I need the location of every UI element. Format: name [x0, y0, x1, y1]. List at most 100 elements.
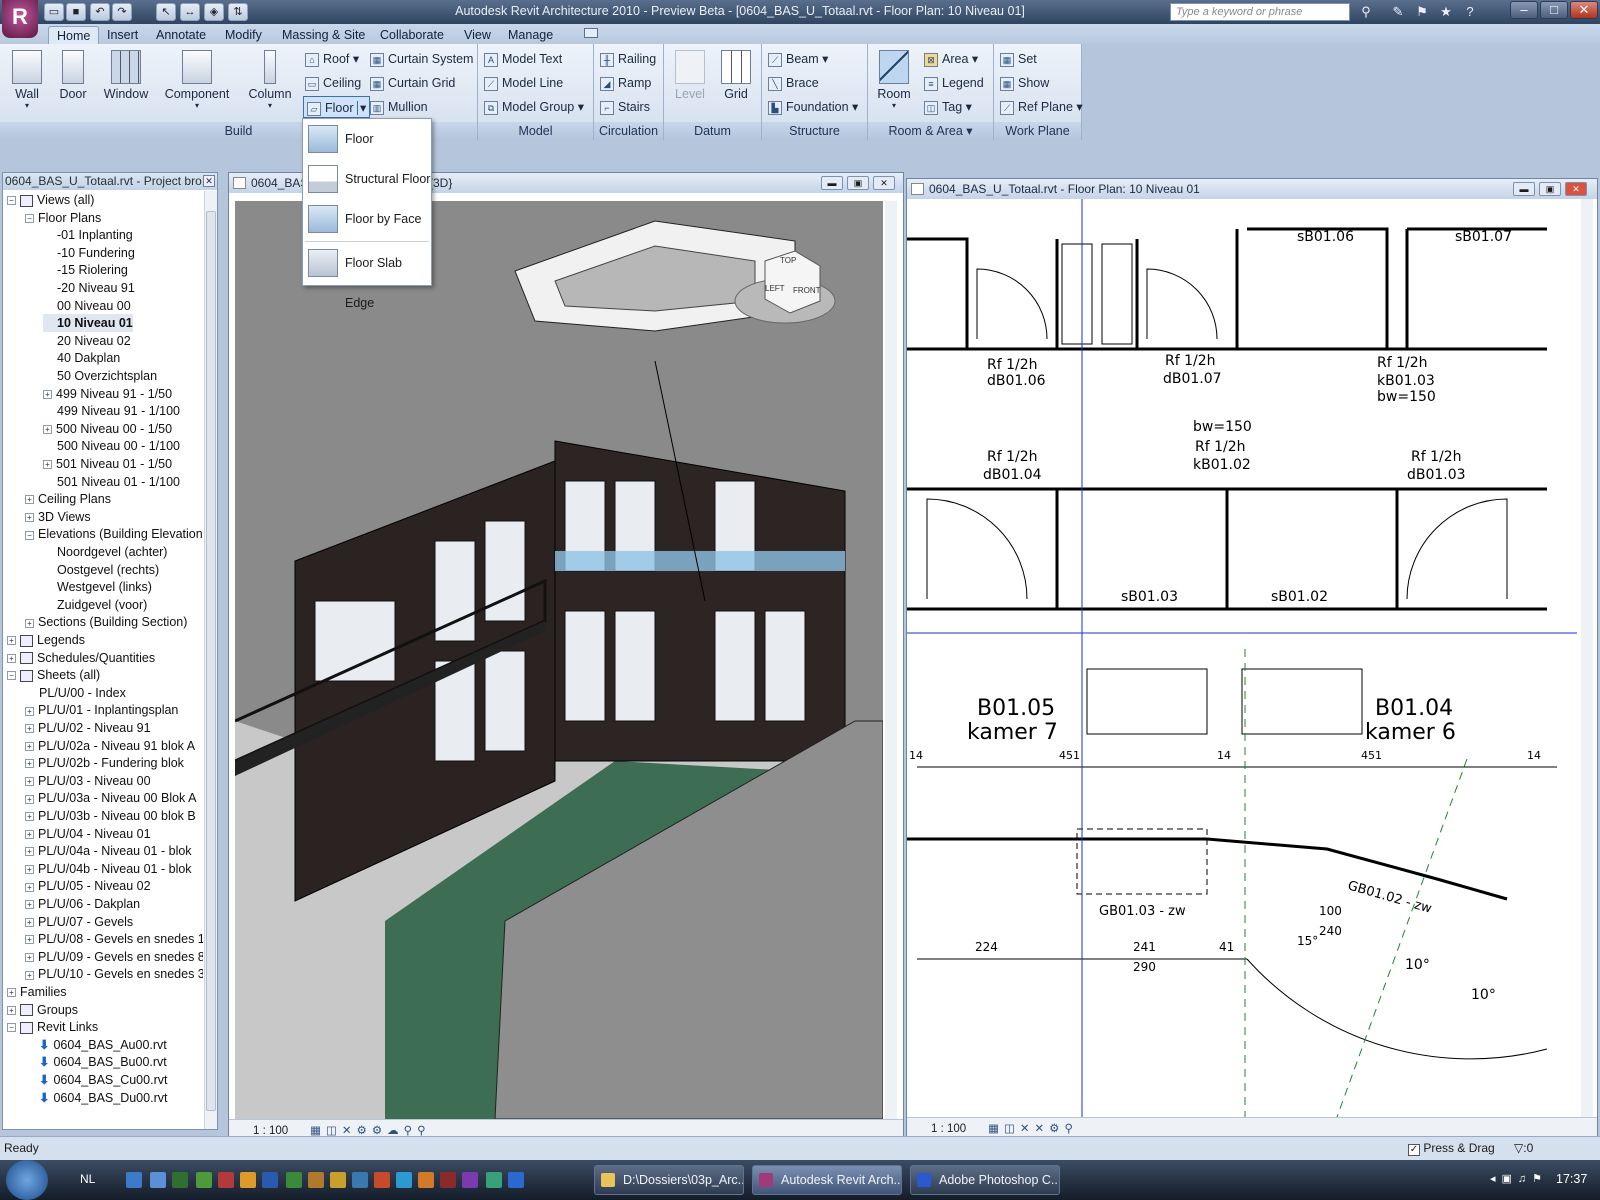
plan-label[interactable]: Rf 1/2h [987, 449, 1038, 465]
expand-icon[interactable]: + [25, 865, 34, 874]
quicklaunch-app-icon[interactable] [352, 1172, 368, 1188]
menu-item-floor-slab-edge[interactable]: Floor Slab Edge [303, 243, 431, 310]
plan-label[interactable]: GB01.03 - zw [1099, 904, 1186, 919]
railing-button[interactable]: ╫ Railing [600, 48, 656, 70]
tab-collaborate[interactable]: Collaborate [372, 26, 452, 44]
taskbar-button-explorer[interactable]: D:\Dossiers\03p_Arc... [594, 1165, 744, 1195]
plan-label[interactable]: kB01.03 [1377, 373, 1435, 389]
expand-icon[interactable]: + [25, 513, 34, 522]
undo-icon[interactable]: ↶ [90, 3, 110, 21]
expand-icon[interactable]: + [25, 935, 34, 945]
view-maximize-button[interactable]: ▣ [847, 176, 869, 190]
quicklaunch-app-icon[interactable] [374, 1172, 390, 1188]
browser-item[interactable]: ⬇ 0604_BAS_Cu00.rvt [25, 1071, 167, 1089]
ribbon-minimize-icon[interactable] [584, 28, 598, 38]
ramp-button[interactable]: ◢ Ramp [600, 72, 651, 94]
model-group-button[interactable]: ⧉ Model Group ▾ [484, 96, 584, 118]
plan-label[interactable]: kB01.02 [1193, 457, 1251, 473]
plan-label[interactable]: sB01.06 [1297, 229, 1354, 245]
measure-icon[interactable]: ↔ [180, 3, 200, 21]
model-line-button[interactable]: ⟋ Model Line [484, 72, 563, 94]
browser-item[interactable]: 499 Niveau 91 - 1/100 [43, 402, 180, 420]
expand-icon[interactable]: + [7, 1005, 16, 1015]
tab-home[interactable]: Home [48, 26, 100, 44]
language-indicator[interactable]: NL [80, 1172, 95, 1186]
taskbar-button-revit[interactable]: Autodesk Revit Arch... [752, 1165, 902, 1195]
quicklaunch-app-icon[interactable] [308, 1172, 324, 1188]
browser-item[interactable]: -10 Fundering [43, 244, 135, 262]
plan-label[interactable]: dB01.04 [983, 467, 1042, 483]
browser-item[interactable]: Oostgevel (rechts) [43, 561, 159, 579]
set-button[interactable]: ▦ Set [1000, 48, 1037, 70]
component-button[interactable]: Component ▾ [160, 46, 234, 110]
window-button[interactable]: Window [98, 46, 154, 101]
plan-label[interactable]: sB01.03 [1121, 589, 1178, 605]
browser-item[interactable]: + PL/U/04b - Niveau 01 - blok [25, 860, 192, 878]
model-text-button[interactable]: A Model Text [484, 48, 562, 70]
collapse-icon[interactable]: − [25, 530, 34, 540]
quicklaunch-app-icon[interactable] [462, 1172, 478, 1188]
browser-item[interactable]: − Sheets (all) [7, 666, 100, 684]
plan-label[interactable]: Rf 1/2h [1377, 355, 1428, 371]
search-input[interactable]: Type a keyword or phrase [1170, 3, 1350, 21]
start-orb-icon[interactable] [6, 1160, 48, 1200]
browser-item[interactable]: +3D Views [25, 508, 91, 526]
expand-icon[interactable]: + [25, 777, 34, 786]
application-menu-button[interactable]: R [2, 0, 38, 38]
menu-item-floor[interactable]: Floor [303, 119, 431, 159]
expand-icon[interactable]: + [25, 495, 34, 505]
browser-item[interactable]: Zuidgevel (voor) [43, 596, 147, 614]
view-close-button[interactable]: ✕ [1565, 182, 1587, 196]
menu-item-structural-floor[interactable]: Structural Floor [303, 159, 431, 199]
tab-annotate[interactable]: Annotate [148, 26, 214, 44]
plan-label[interactable]: Rf 1/2h [1165, 353, 1216, 369]
clock[interactable]: 17:37 [1556, 1172, 1587, 1186]
view-plan-scrollbar[interactable] [1581, 199, 1593, 1117]
curtain-grid-button[interactable]: ▦ Curtain Grid [370, 72, 455, 94]
plan-label[interactable]: dB01.03 [1407, 467, 1466, 483]
show-desktop-icon[interactable] [126, 1172, 142, 1188]
help-icon[interactable]: ? [1460, 3, 1480, 21]
plan-label[interactable]: Rf 1/2h [1411, 449, 1462, 465]
expand-icon[interactable]: + [25, 618, 34, 628]
save-icon[interactable]: ■ [66, 3, 86, 21]
collapse-icon[interactable]: − [7, 196, 16, 206]
binoculars-icon[interactable]: ⚲ [1356, 3, 1376, 21]
browser-item[interactable]: + Ceiling Plans [25, 490, 111, 508]
browser-scrollbar[interactable] [204, 191, 217, 1129]
internet-explorer-icon[interactable] [508, 1172, 524, 1188]
browser-item[interactable]: +500 Niveau 00 - 1/50 [43, 420, 172, 438]
collapse-icon[interactable]: − [25, 213, 34, 223]
scroll-thumb[interactable] [206, 211, 216, 1111]
browser-item[interactable]: + Groups [7, 1001, 78, 1019]
roof-button[interactable]: ⌂ Roof ▾ [305, 48, 359, 70]
quicklaunch-app-icon[interactable] [486, 1172, 502, 1188]
browser-item[interactable]: − Views (all) [7, 191, 94, 209]
tab-modify[interactable]: Modify [217, 26, 270, 44]
redo-icon[interactable]: ↷ [112, 3, 132, 21]
browser-item[interactable]: + PL/U/04a - Niveau 01 - blok [25, 842, 192, 860]
browser-item[interactable]: 40 Dakplan [43, 349, 120, 367]
browser-item[interactable]: ⬇ 0604_BAS_Au00.rvt [25, 1036, 167, 1054]
tab-insert[interactable]: Insert [99, 26, 146, 44]
close-button[interactable]: ✕ [1570, 1, 1598, 19]
browser-item[interactable]: + PL/U/02a - Niveau 91 blok A [25, 737, 195, 755]
modify-select-icon[interactable]: ↖ [156, 3, 176, 21]
browser-item[interactable]: + PL/U/02 - Niveau 91 [25, 719, 151, 737]
excel-icon[interactable] [286, 1172, 302, 1188]
browser-item[interactable]: 20 Niveau 02 [43, 332, 131, 350]
plan-label[interactable]: sB01.07 [1455, 229, 1512, 245]
collapse-icon[interactable]: − [7, 671, 16, 681]
column-button[interactable]: Column ▾ [242, 46, 298, 110]
browser-item[interactable]: 00 Niveau 00 [43, 297, 131, 315]
browser-item[interactable]: + PL/U/04 - Niveau 01 [25, 825, 151, 843]
expand-icon[interactable]: + [25, 706, 34, 716]
view-close-button[interactable]: ✕ [873, 176, 895, 190]
browser-item[interactable]: + PL/U/10 - Gevels en snedes 3 [25, 965, 203, 983]
default-3d-view-icon[interactable]: ◈ [204, 3, 224, 21]
grid-button[interactable]: Grid [714, 46, 758, 101]
browser-item[interactable]: -01 Inplanting [43, 226, 133, 244]
room-tag[interactable]: kamer 7 [967, 720, 1058, 745]
plan-label[interactable]: bw=150 [1193, 419, 1252, 435]
close-icon[interactable]: ✕ [203, 175, 215, 187]
